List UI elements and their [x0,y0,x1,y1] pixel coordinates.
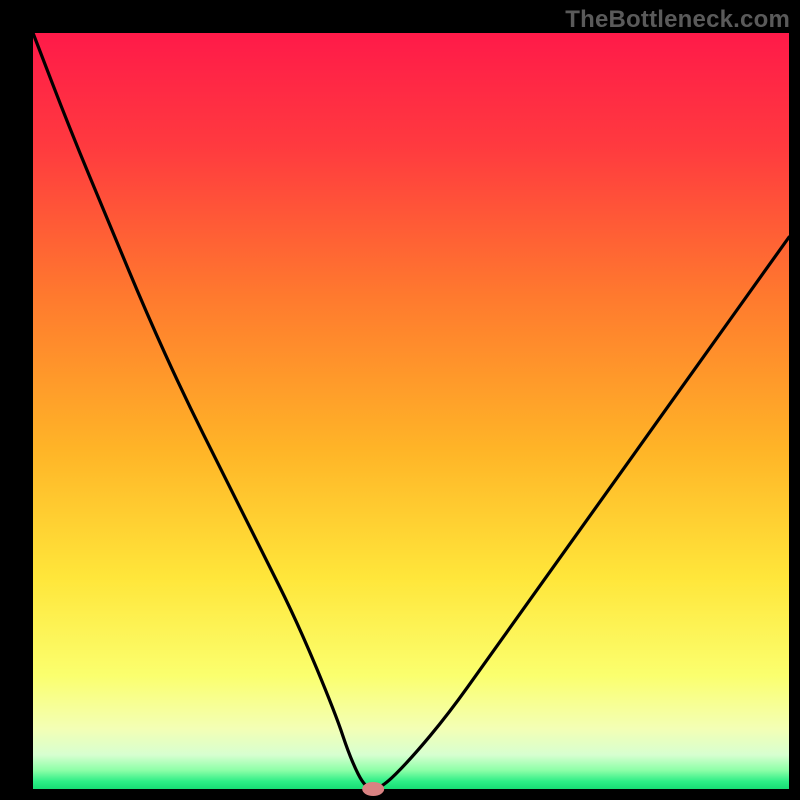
bottleneck-chart: TheBottleneck.com [0,0,800,800]
optimal-point-marker [362,782,384,796]
chart-gradient-background [33,33,789,789]
watermark-text: TheBottleneck.com [565,6,790,34]
chart-canvas [0,0,800,800]
